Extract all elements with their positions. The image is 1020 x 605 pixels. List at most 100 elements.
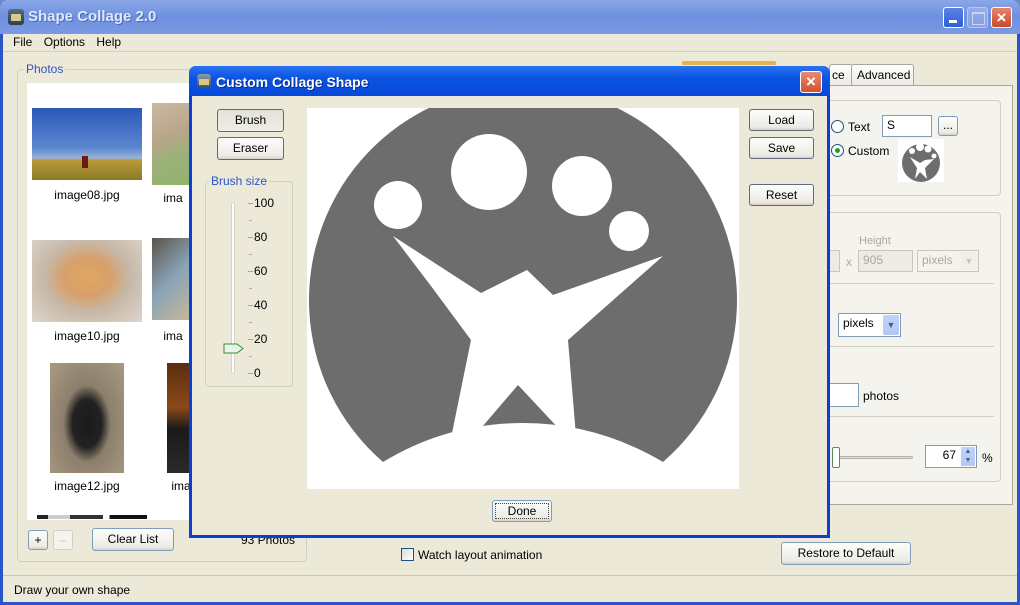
shape-ball — [451, 134, 527, 210]
photo-thumbnail[interactable] — [50, 363, 124, 473]
shape-ball — [609, 211, 649, 251]
height-input[interactable]: 905 — [858, 250, 913, 272]
close-icon: × — [996, 8, 1007, 27]
divider — [830, 283, 994, 284]
dialog-app-icon — [197, 74, 211, 88]
size-group: Height x 905 pixels ▼ pixels ▼ photos 67… — [821, 212, 1001, 482]
custom-shape-radio[interactable] — [831, 144, 844, 157]
tick-mark — [248, 373, 253, 374]
divider — [830, 346, 994, 347]
text-shape-label: Text — [848, 120, 871, 134]
tick-mark — [248, 305, 253, 306]
minor-tick-mark — [249, 254, 252, 255]
menubar: File Options Help — [3, 34, 1017, 52]
tick-label: 20 — [254, 332, 268, 346]
shape-ball — [552, 156, 612, 216]
brush-button[interactable]: Brush — [217, 109, 284, 132]
size-x-label: x — [846, 255, 852, 269]
maximize-button[interactable] — [967, 7, 988, 28]
minor-tick-mark — [249, 322, 252, 323]
minimize-button[interactable] — [943, 7, 964, 28]
tab-appearance[interactable]: ce — [829, 64, 853, 85]
tick-label: 100 — [254, 196, 275, 210]
add-photo-button[interactable]: + — [28, 530, 48, 550]
photo-thumbnail[interactable] — [32, 108, 142, 180]
photo-thumbnail[interactable] — [32, 240, 142, 322]
close-icon: × — [806, 72, 816, 91]
percent-slider[interactable] — [837, 456, 913, 459]
tab-advanced[interactable]: Advanced — [851, 64, 914, 85]
save-button[interactable]: Save — [749, 137, 814, 159]
custom-shape-preview[interactable] — [898, 139, 944, 182]
brush-size-label: Brush size — [209, 174, 270, 188]
shape-text-input[interactable]: S — [882, 115, 932, 137]
close-button[interactable]: × — [991, 7, 1012, 28]
brush-size-group: Brush size 100 80 60 40 20 0 — [205, 174, 293, 387]
menu-options[interactable]: Options — [40, 34, 89, 50]
tick-mark — [248, 339, 253, 340]
done-button[interactable]: Done — [492, 500, 552, 522]
next-row-hint — [37, 515, 147, 519]
reset-button[interactable]: Reset — [749, 184, 814, 206]
font-browse-button[interactable]: ... — [938, 116, 958, 136]
percent-unit-label: % — [982, 451, 993, 465]
chevron-down-icon: ▼ — [883, 315, 899, 335]
size-unit-value: pixels — [922, 253, 953, 267]
tick-label: 80 — [254, 230, 268, 244]
height-label: Height — [859, 235, 891, 247]
tick-mark — [248, 271, 253, 272]
tab-advanced-label: Advanced — [857, 68, 911, 82]
shape-group: Text S ... Custom — [821, 100, 1001, 196]
main-titlebar[interactable]: Shape Collage 2.0 × — [0, 0, 1020, 34]
minor-tick-mark — [249, 356, 252, 357]
statusbar: Draw your own shape — [3, 575, 1017, 602]
tick-mark — [248, 203, 253, 204]
clear-list-button[interactable]: Clear List — [92, 528, 174, 551]
photos-group-label: Photos — [24, 62, 66, 76]
selected-tab-indicator — [682, 61, 776, 65]
text-shape-radio[interactable] — [831, 120, 844, 133]
minor-tick-mark — [249, 220, 252, 221]
dialog-titlebar[interactable]: Custom Collage Shape × — [189, 66, 830, 96]
brush-size-slider-thumb[interactable] — [223, 343, 245, 354]
restore-default-button[interactable]: Restore to Default — [781, 542, 911, 565]
dialog-title: Custom Collage Shape — [216, 74, 369, 90]
drawing-canvas[interactable] — [307, 86, 739, 489]
spacing-unit-dropdown[interactable]: pixels ▼ — [838, 313, 901, 337]
tick-mark — [248, 237, 253, 238]
load-button[interactable]: Load — [749, 109, 814, 131]
app-title: Shape Collage 2.0 — [28, 8, 157, 25]
plus-icon: + — [34, 533, 42, 547]
tick-label: 60 — [254, 264, 268, 278]
menu-help[interactable]: Help — [92, 34, 125, 50]
spinner-arrows-icon[interactable]: ▲ ▼ — [961, 447, 975, 466]
size-unit-dropdown[interactable]: pixels ▼ — [917, 250, 979, 272]
slider-thumb-icon — [223, 343, 244, 353]
remove-photo-button[interactable]: – — [53, 530, 73, 550]
menu-file[interactable]: File — [9, 34, 36, 50]
spacing-unit-value: pixels — [843, 316, 874, 330]
watch-animation-label: Watch layout animation — [418, 548, 543, 562]
tick-label: 0 — [254, 366, 261, 380]
minor-tick-mark — [249, 288, 252, 289]
percent-value: 67 — [942, 448, 956, 462]
percent-slider-thumb[interactable] — [832, 447, 840, 468]
custom-shape-drawing — [308, 86, 737, 489]
custom-shape-dialog: Custom Collage Shape × Brush Eraser Brus… — [189, 66, 830, 538]
photo-figure — [82, 156, 88, 168]
status-text: Draw your own shape — [14, 583, 131, 597]
custom-shape-label: Custom — [848, 144, 890, 158]
divider — [830, 416, 994, 417]
app-icon — [8, 9, 24, 25]
eraser-button[interactable]: Eraser — [217, 137, 284, 160]
minus-icon: – — [59, 533, 67, 547]
chevron-down-icon: ▼ — [961, 252, 977, 270]
dialog-close-button[interactable]: × — [800, 71, 822, 93]
photo-thumbnail[interactable] — [152, 238, 192, 320]
photos-unit-label: photos — [863, 389, 900, 403]
watch-animation-checkbox[interactable] — [401, 548, 414, 561]
photo-thumbnail[interactable] — [152, 103, 192, 185]
percent-input[interactable]: 67 ▲ ▼ — [925, 445, 977, 468]
tick-label: 40 — [254, 298, 268, 312]
shape-ball — [374, 181, 422, 229]
